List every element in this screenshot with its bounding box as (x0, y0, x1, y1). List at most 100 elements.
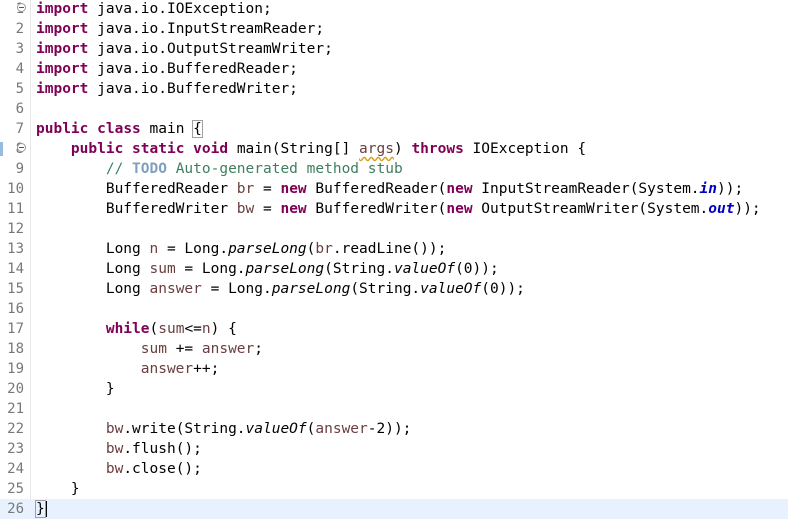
code-line[interactable]: 13 Long n = Long.parseLong(br.readLine()… (0, 239, 788, 259)
code-token: (0)); (455, 261, 499, 277)
code-token: java.io.BufferedWriter; (88, 81, 298, 97)
fold-collapse-icon[interactable] (17, 143, 26, 152)
line-number: 22 (7, 421, 24, 437)
code-token: sum (140, 341, 167, 357)
code-token: } (36, 381, 115, 397)
code-line[interactable]: 8 public static void main(String[] args)… (0, 139, 788, 159)
code-token: new (446, 201, 473, 217)
code-token: BufferedReader (36, 181, 237, 197)
line-number: 14 (7, 261, 24, 277)
line-code: import java.io.BufferedReader; (36, 59, 298, 79)
code-token: Auto-generated method stub (166, 161, 403, 177)
line-number: 26 (7, 501, 24, 517)
line-number: 17 (7, 321, 24, 337)
code-line[interactable]: 17 while(sum<=n) { (0, 319, 788, 339)
code-token: BufferedWriter( (306, 201, 447, 217)
line-code: } (36, 479, 80, 499)
code-line[interactable]: 24 bw.close(); (0, 459, 788, 479)
code-token: (String. (350, 281, 421, 297)
line-code: BufferedWriter bw = new BufferedWriter(n… (36, 199, 761, 219)
code-line[interactable]: 15 Long answer = Long.parseLong(String.v… (0, 279, 788, 299)
code-token: = Long. (201, 281, 272, 297)
code-token: valueOf (420, 281, 482, 297)
text-caret (45, 501, 47, 517)
line-code: bw.write(String.valueOf(answer-2)); (36, 419, 412, 439)
code-token: valueOf (393, 261, 456, 277)
code-token: parseLong (271, 281, 351, 297)
line-code: import java.io.InputStreamReader; (36, 19, 324, 39)
code-line[interactable]: 16 (0, 299, 788, 319)
code-token: // (105, 161, 133, 177)
fold-collapse-icon[interactable] (17, 3, 26, 12)
line-code: public static void main(String[] args) t… (36, 139, 586, 159)
code-token: out (708, 201, 735, 217)
code-token: = (254, 201, 281, 217)
code-token: java.io.OutputStreamWriter; (88, 41, 333, 57)
code-line[interactable]: 19 answer++; (0, 359, 788, 379)
code-token: { (192, 120, 203, 138)
line-code: } (35, 499, 47, 519)
line-code: // TODO Auto-generated method stub (36, 159, 403, 179)
line-number: 20 (7, 381, 24, 397)
code-token: .write(String. (123, 421, 246, 437)
code-token: InputStreamReader(System. (472, 181, 700, 197)
line-number: 4 (15, 61, 24, 77)
code-line[interactable]: 14 Long sum = Long.parseLong(String.valu… (0, 259, 788, 279)
code-token: n (149, 241, 159, 257)
code-token: TODO (132, 161, 167, 177)
code-line[interactable]: 2 import java.io.InputStreamReader; (0, 19, 788, 39)
line-code: } (36, 379, 115, 399)
code-line[interactable]: 1import java.io.IOException; (0, 0, 788, 19)
code-line[interactable]: 5 import java.io.BufferedWriter; (0, 79, 788, 99)
code-token: OutputStreamWriter(System. (472, 201, 709, 217)
code-line[interactable]: 21 (0, 399, 788, 419)
code-token: Long (36, 241, 150, 257)
code-line[interactable]: 12 (0, 219, 788, 239)
code-token: java.io.InputStreamReader; (88, 21, 325, 37)
code-token: new (280, 181, 307, 197)
code-token: bw (236, 201, 255, 217)
code-token: answer (149, 281, 202, 297)
code-line[interactable]: 4 import java.io.BufferedReader; (0, 59, 788, 79)
code-token: args (359, 141, 394, 157)
code-line[interactable]: 25 } (0, 479, 788, 499)
code-token: public (36, 121, 89, 137)
code-line[interactable]: 9 // TODO Auto-generated method stub (0, 159, 788, 179)
code-token: n (201, 321, 211, 337)
line-number: 13 (7, 241, 24, 257)
line-number: 24 (7, 461, 24, 477)
line-number: 11 (7, 201, 24, 217)
code-line[interactable]: 11 BufferedWriter bw = new BufferedWrite… (0, 199, 788, 219)
code-token: valueOf (245, 421, 307, 437)
code-token: ( (149, 321, 159, 337)
code-line[interactable]: 20 } (0, 379, 788, 399)
code-line[interactable]: 26} (0, 499, 788, 519)
code-token: new (446, 181, 473, 197)
code-line[interactable]: 6 (0, 99, 788, 119)
code-line[interactable]: 10 BufferedReader br = new BufferedReade… (0, 179, 788, 199)
line-number: 3 (15, 41, 24, 57)
line-code: sum += answer; (36, 339, 263, 359)
code-line[interactable]: 23 bw.flush(); (0, 439, 788, 459)
code-token: import (36, 81, 89, 97)
code-token: -2)); (367, 421, 412, 437)
code-token: } (35, 500, 46, 518)
code-line[interactable]: 22 bw.write(String.valueOf(answer-2)); (0, 419, 788, 439)
code-token: import (36, 41, 89, 57)
code-token: ) (393, 141, 412, 157)
line-code: while(sum<=n) { (36, 319, 237, 339)
code-line[interactable]: 3 import java.io.OutputStreamWriter; (0, 39, 788, 59)
code-token: .readLine()); (332, 241, 447, 257)
code-line[interactable]: 18 sum += answer; (0, 339, 788, 359)
code-editor[interactable]: 1import java.io.IOException; 2 import java… (0, 0, 788, 519)
line-code: import java.io.IOException; (36, 0, 272, 19)
line-number: 9 (15, 161, 24, 177)
code-token: (String. (324, 261, 394, 277)
code-token: import (36, 1, 89, 17)
code-line[interactable]: 7 public class main { (0, 119, 788, 139)
